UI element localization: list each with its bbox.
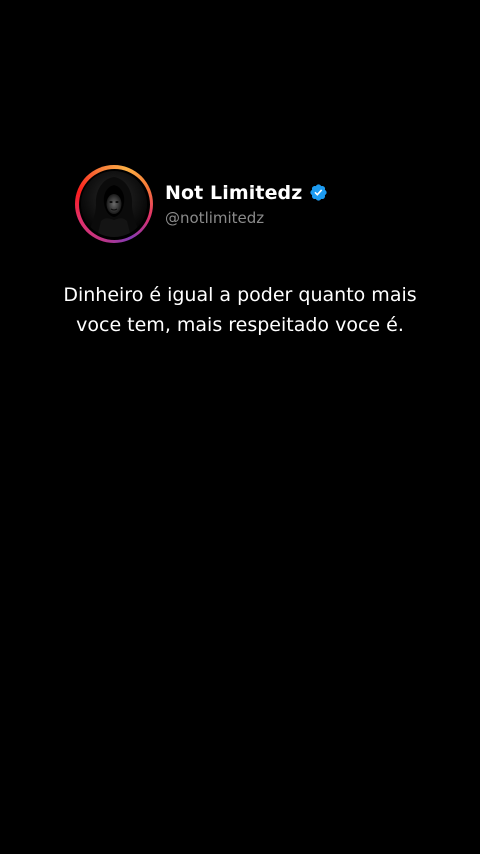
verified-badge-icon [310, 184, 328, 201]
tweet-text-line: Dinheiro é igual a poder quanto mais [63, 284, 417, 306]
tweet-text-line: voce tem, mais respeitado voce é. [76, 314, 404, 336]
avatar[interactable] [81, 171, 147, 237]
profile-header: Not Limitedz @notlimitedz [75, 165, 328, 243]
name-row: Not Limitedz [165, 182, 328, 204]
avatar-ring-gap [78, 168, 150, 240]
user-handle[interactable]: @notlimitedz [165, 209, 328, 227]
identity-block: Not Limitedz @notlimitedz [165, 182, 328, 227]
display-name[interactable]: Not Limitedz [165, 182, 302, 204]
hooded-figure-icon [81, 171, 147, 237]
avatar-story-ring[interactable] [75, 165, 153, 243]
tweet-text: Dinheiro é igual a poder quanto mais voc… [40, 280, 440, 340]
tweet-card: Not Limitedz @notlimitedz Dinheiro é igu… [0, 0, 480, 854]
